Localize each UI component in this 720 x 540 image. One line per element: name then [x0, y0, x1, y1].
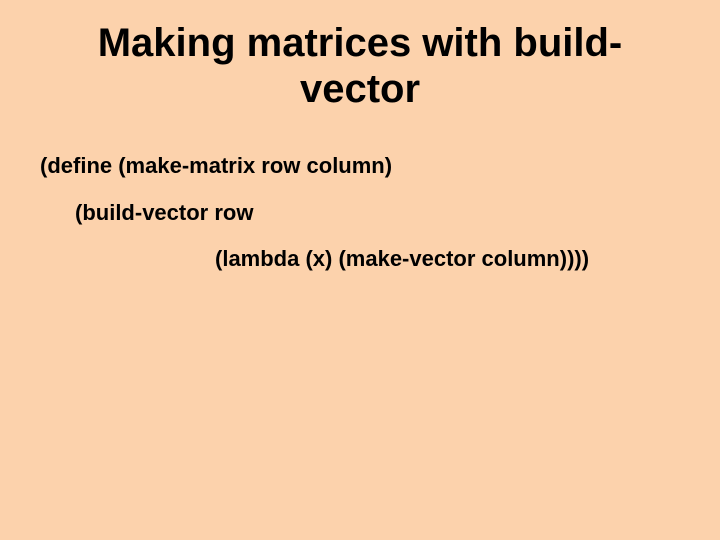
code-line-3: (lambda (x) (make-vector column)))) — [40, 245, 680, 274]
code-line-2: (build-vector row — [40, 199, 680, 228]
slide: Making matrices with build-vector (defin… — [0, 0, 720, 540]
code-line-1: (define (make-matrix row column) — [40, 152, 680, 181]
slide-title: Making matrices with build-vector — [40, 20, 680, 112]
